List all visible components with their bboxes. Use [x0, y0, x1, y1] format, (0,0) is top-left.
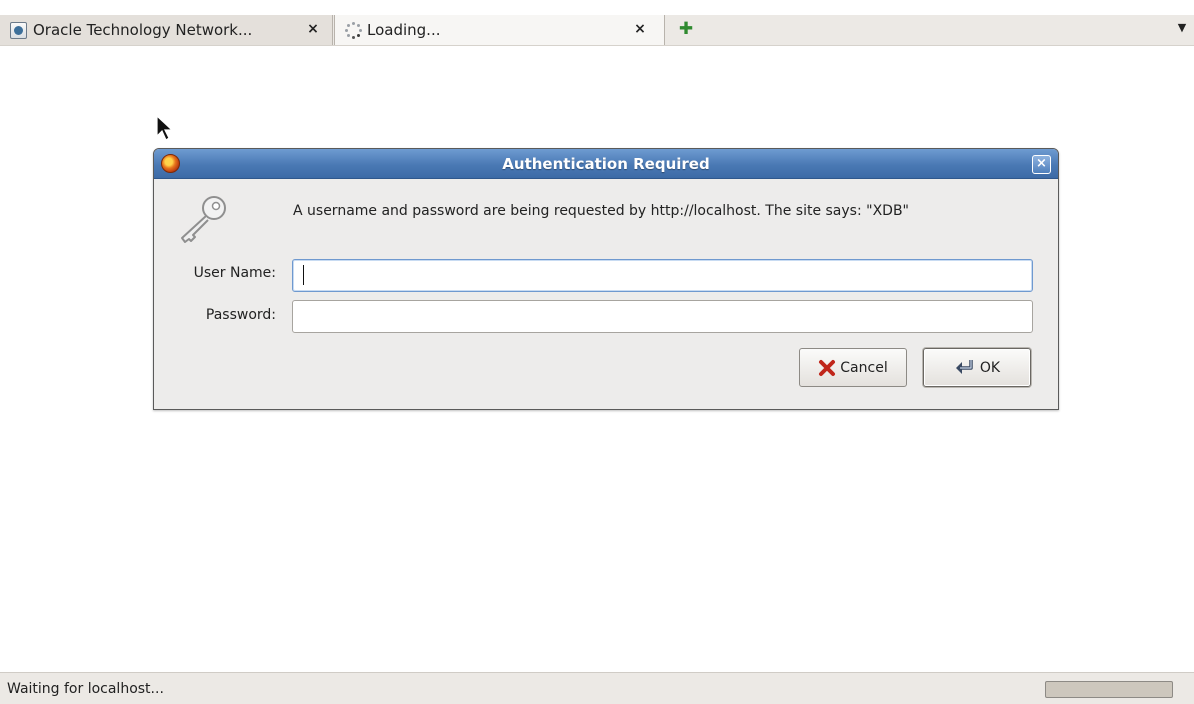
- status-text: Waiting for localhost...: [7, 681, 164, 697]
- ok-label: OK: [979, 359, 1001, 376]
- tab-loading[interactable]: Loading... ×: [334, 15, 665, 45]
- tab-title: Oracle Technology Network...: [33, 21, 253, 39]
- password-input[interactable]: [292, 300, 1033, 333]
- tab-title: Loading...: [367, 21, 441, 39]
- dialog-titlebar[interactable]: Authentication Required ×: [154, 149, 1058, 179]
- status-bar: Waiting for localhost...: [0, 672, 1194, 704]
- cancel-button[interactable]: Cancel: [799, 348, 907, 387]
- cancel-x-icon: [819, 359, 836, 376]
- username-input[interactable]: [292, 259, 1033, 292]
- dialog-close-button[interactable]: ×: [1032, 155, 1051, 174]
- tab-close-icon[interactable]: ×: [632, 21, 648, 37]
- tab-oracle[interactable]: Oracle Technology Network... ×: [0, 15, 333, 45]
- new-tab-icon[interactable]: ✚: [676, 19, 696, 39]
- page-favicon-icon: [10, 21, 27, 39]
- username-label: User Name:: [193, 265, 276, 281]
- password-label: Password:: [205, 307, 276, 323]
- auth-message: A username and password are being reques…: [293, 203, 909, 219]
- dialog-title: Authentication Required: [502, 155, 710, 173]
- mouse-cursor-icon: [156, 114, 174, 141]
- ok-button[interactable]: OK: [923, 348, 1031, 387]
- cancel-label: Cancel: [840, 359, 888, 376]
- tab-close-icon[interactable]: ×: [305, 21, 321, 37]
- tab-list-dropdown-icon[interactable]: ▼: [1174, 21, 1190, 37]
- progress-bar: [1045, 681, 1173, 698]
- loading-spinner-icon: [345, 21, 362, 39]
- authentication-dialog: Authentication Required × A username and…: [153, 148, 1059, 410]
- enter-arrow-icon: [955, 359, 973, 374]
- text-caret: [303, 265, 304, 285]
- tab-bar: Oracle Technology Network... × Loading..…: [0, 15, 1194, 46]
- key-icon: [181, 196, 226, 243]
